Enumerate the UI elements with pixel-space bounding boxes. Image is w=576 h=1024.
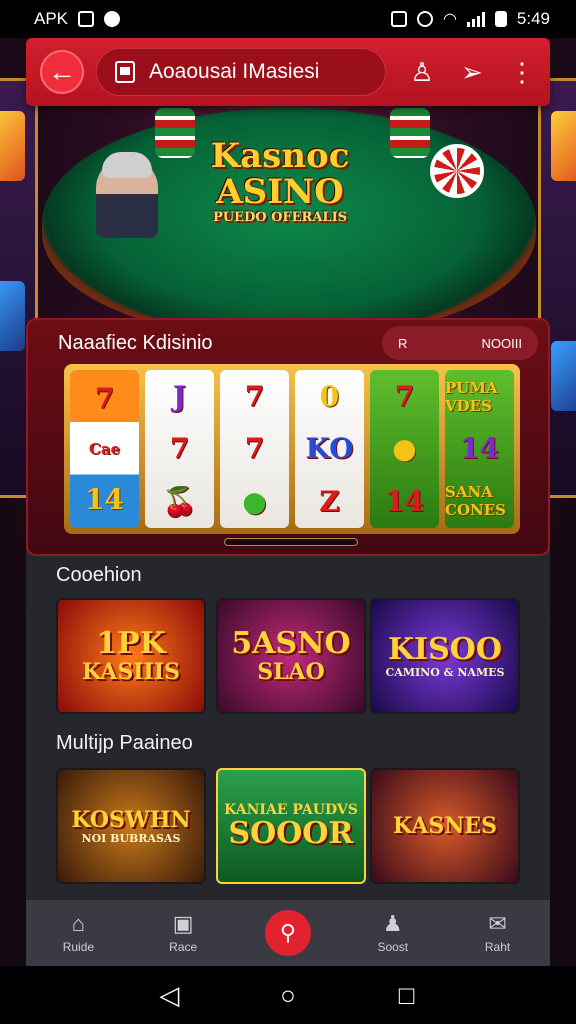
shield-icon [416,11,433,27]
logo-tagline: PUEDO OFERALIS [212,210,348,225]
signal-icon [466,11,485,27]
document-icon [115,61,135,83]
card-subtitle: CAMINO & NAMES [385,665,505,679]
nav-item-search[interactable]: ⚲ [243,910,333,956]
slot-chip-left: R [398,335,408,351]
nav-item-race[interactable]: ▣ Race [138,911,228,955]
system-navigation: ◁ ○ □ [0,966,576,1024]
reel-symbol: 14 [385,485,424,519]
game-card[interactable]: KASNES [370,768,520,884]
slot-chip-right: NOOIII [481,335,522,351]
reel-symbol: 0 [319,379,340,413]
reel-symbol: 14 [460,432,499,466]
app-title: Aoaousai IMasiesi [149,60,320,83]
slot-section: Naaafiec Kdisinio R NOOIII 7 Cae 14 J 7 … [26,318,550,556]
nav-label: Raht [484,940,511,954]
header-actions: ♙ ➢ ⋮ [408,57,536,88]
dealer-figure [96,152,158,238]
reel: 0 KO Z [295,370,364,528]
card-subtitle: SLAO [257,659,325,685]
title-bar[interactable]: Aoaousai IMasiesi [96,48,386,96]
nav-label: Soost [377,940,409,954]
person-icon[interactable]: ♙ [408,57,436,88]
status-bar: APK ◠ 5:49 [0,0,576,38]
reel-symbol: 7 [94,382,115,416]
card-title: KOSWHN [71,806,191,833]
game-card[interactable]: KANIAE PAUDVS SOOOR [216,768,366,884]
status-left: APK [34,9,121,29]
logo-line2: ASINO [216,172,344,212]
system-home-button[interactable]: ○ [268,980,308,1011]
photo-icon: ▣ [172,911,194,936]
reel-scroll-handle[interactable] [224,538,358,546]
reel-symbol: ● [242,485,267,519]
card-title: SOOOR [228,816,354,851]
send-icon[interactable]: ➢ [458,57,486,88]
nav-item-profile[interactable]: ♟ Soost [348,911,438,955]
reel-symbol: 7 [169,432,190,466]
slot-section-title: Naaafiec Kdisinio [58,332,213,354]
reel-symbol: SANA CONES [445,483,506,520]
multiplayer-label: Multijp Paaineo [56,732,193,754]
card-title: KISOO [387,631,503,667]
reel-symbol: PUMA VDES [445,378,498,415]
nav-item-home[interactable]: ⌂ Ruide [33,911,123,955]
search-icon: ⚲ [264,910,311,956]
poker-chip [430,144,484,198]
main-panel: Naaafiec Kdisinio R NOOIII 7 Cae 14 J 7 … [26,318,550,966]
notification-icon [104,11,121,27]
reel-symbol: Z [319,485,340,519]
game-card[interactable]: KOSWHN NOI BUBRASAS [56,768,206,884]
nav-item-chat[interactable]: ✉ Raht [453,911,543,955]
chat-icon: ✉ [488,911,507,936]
game-card[interactable]: 1PK KASIIIS [56,598,206,714]
wifi-icon: ◠ [442,11,457,28]
logo-line1: Kasnoc [210,136,350,176]
reel: 7 7 ● [220,370,289,528]
nav-label: Race [169,940,198,954]
chip-stack [390,108,430,158]
reel-symbol: 7 [394,379,415,413]
screenshot-icon [78,11,95,27]
app-header: ← Aoaousai IMasiesi ♙ ➢ ⋮ [26,38,550,106]
game-card[interactable]: KISOO CAMINO & NAMES [370,598,520,714]
reel: 7 Cae 14 [70,370,139,528]
nav-label: Ruide [62,940,95,954]
reel-symbol: 🍒 [162,485,197,519]
bottom-navigation: ⌂ Ruide ▣ Race ⚲ ♟ Soost ✉ Raht [26,900,550,966]
card-title: KASNES [393,813,497,839]
card-title: 5ASNO [231,626,351,661]
home-icon: ⌂ [71,911,86,936]
slot-reels[interactable]: 7 Cae 14 J 7 🍒 7 7 ● 0 KO Z 7 ● 14 PUMA … [64,364,520,534]
reel: PUMA VDES 14 SANA CONES [445,370,514,528]
slot-filter-chip[interactable]: R NOOIII [382,326,538,360]
reel-symbol: 7 [244,432,265,466]
collection-label: Cooehion [56,564,142,586]
card-subtitle: KASIIIS [82,659,180,685]
status-time: 5:49 [516,9,550,28]
reel-symbol: 14 [85,482,124,516]
reel: 7 ● 14 [370,370,439,528]
reel-symbol: ● [392,432,417,466]
vibrate-icon [390,11,407,27]
card-title: 1PK [96,626,166,661]
status-app-label: APK [34,9,69,28]
status-right: ◠ 5:49 [390,9,550,29]
back-arrow-icon: ← [48,56,76,87]
battery-icon [494,11,507,27]
casino-logo: Kasnoc ASINO PUEDO OFERALIS [180,138,380,225]
back-button[interactable]: ← [40,50,84,94]
system-back-button[interactable]: ◁ [149,980,189,1011]
reel-symbol: Cae [88,439,121,458]
reel-symbol: J [172,379,187,413]
reel: J 7 🍒 [145,370,214,528]
system-recents-button[interactable]: □ [387,980,427,1011]
card-subtitle: NOI BUBRASAS [81,831,181,845]
game-card[interactable]: 5ASNO SLAO [216,598,366,714]
reel-symbol: 7 [244,379,265,413]
reel-symbol: KO [305,432,354,466]
user-icon: ♟ [382,911,403,936]
more-vert-icon[interactable]: ⋮ [508,57,536,88]
